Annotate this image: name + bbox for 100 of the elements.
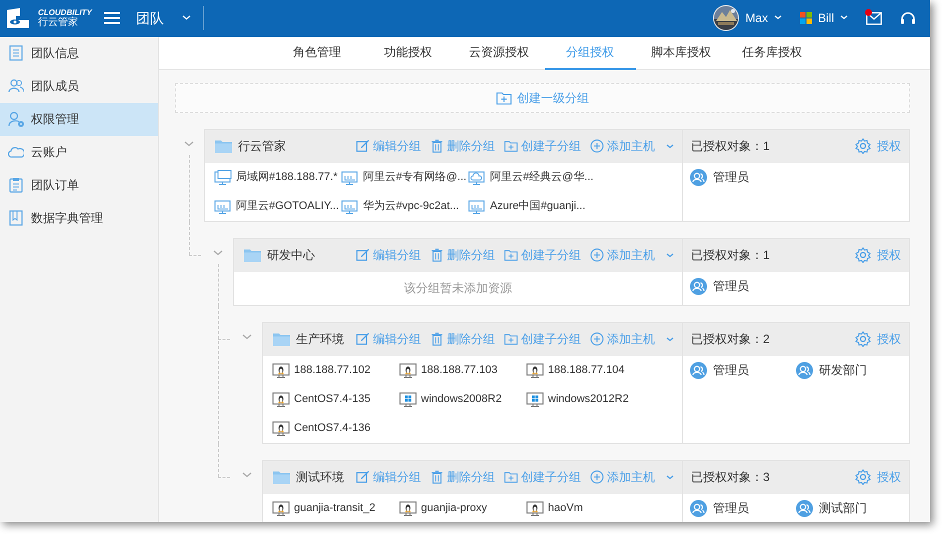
logo-icon [6, 8, 30, 28]
role-name: 测试部门 [819, 500, 867, 518]
folder-icon [244, 248, 261, 262]
host-name[interactable]: 阿里云#经典云@华... [490, 169, 594, 186]
host-name[interactable]: 阿里云#GOTOALIY... [236, 198, 339, 215]
settings-icon [855, 138, 871, 154]
caret-icon [840, 15, 848, 22]
folder-plus-icon [504, 139, 518, 154]
sidebar-item[interactable]: 团队信息 [0, 36, 158, 70]
edit-icon [356, 470, 370, 484]
users-icon [8, 78, 24, 94]
network-monitor-icon [214, 198, 232, 214]
account-menu[interactable]: Bill [800, 9, 848, 28]
settings-icon [855, 331, 871, 348]
mail-button[interactable] [866, 12, 882, 25]
role-name: 研发部门 [819, 362, 867, 380]
folder-icon [215, 139, 232, 154]
penguin-monitor-icon [272, 420, 290, 436]
user-group-icon [796, 500, 813, 517]
collapse-caret-icon[interactable] [242, 472, 252, 479]
empty-message: 该分组暂未添加资源 [404, 280, 512, 298]
network-monitor-icon [468, 198, 486, 214]
tab[interactable]: 任务库授权 [726, 36, 818, 70]
tab[interactable]: 功能授权 [362, 36, 454, 70]
penguin-monitor-icon [272, 500, 290, 516]
caret-icon [774, 15, 782, 22]
plus-circle-icon [590, 248, 604, 262]
sidebar-item[interactable]: 权限管理 [0, 102, 158, 136]
host-name[interactable]: 188.188.77.103 [421, 362, 498, 379]
collapse-caret-icon[interactable] [242, 334, 252, 341]
sidebar-item[interactable]: 团队订单 [0, 168, 158, 202]
user-group-icon [690, 500, 707, 517]
host-name[interactable]: windows2012R2 [548, 391, 629, 408]
user-group-icon [690, 362, 707, 379]
penguin-monitor-icon [399, 500, 417, 516]
caret-icon [182, 15, 191, 22]
settings-icon [855, 469, 871, 486]
edit-icon [356, 332, 370, 346]
clipboard-icon [8, 177, 24, 194]
support-button[interactable] [900, 11, 916, 26]
authorized-count: 已授权对象：1 [691, 138, 770, 156]
menu-icon [104, 11, 120, 26]
group-name: 行云管家 [238, 138, 286, 156]
folder-plus-icon [504, 470, 518, 484]
network-monitor-icon [341, 170, 359, 185]
host-name[interactable]: Azure中国#guanji... [490, 198, 586, 215]
user-menu[interactable]: Max [713, 5, 782, 32]
host-name[interactable]: 阿里云#专有网络@... [363, 169, 466, 186]
penguin-monitor-icon [399, 362, 417, 378]
authorized-count: 已授权对象：1 [691, 247, 770, 264]
folder-plus-icon [504, 332, 518, 346]
trash-icon [430, 139, 444, 154]
role-name: 管理员 [713, 500, 749, 518]
authorized-count: 已授权对象：3 [691, 469, 770, 486]
cloud-icon [8, 144, 24, 160]
settings-icon [855, 247, 871, 264]
penguin-monitor-icon [526, 500, 544, 516]
collapse-caret-icon[interactable] [184, 140, 194, 148]
sidebar-item[interactable]: 团队成员 [0, 70, 158, 103]
four-squares-icon [800, 12, 812, 24]
tab[interactable]: 脚本库授权 [636, 36, 726, 70]
headset-icon [900, 11, 916, 26]
trash-icon [430, 248, 444, 262]
folder-icon [273, 470, 290, 484]
penguin-monitor-icon [526, 362, 544, 378]
mail-icon [866, 12, 882, 25]
host-name[interactable]: 188.188.77.102 [294, 362, 370, 379]
edit-icon [356, 139, 370, 154]
plus-circle-icon [590, 470, 604, 484]
user-group-icon [690, 168, 707, 186]
host-name[interactable]: guanjia-proxy [421, 500, 488, 517]
windows-monitor-icon [399, 392, 417, 407]
sidebar-item[interactable]: 云账户 [0, 136, 158, 169]
cloud-monitor-icon [468, 170, 486, 185]
role-name: 管理员 [713, 169, 749, 186]
host-name[interactable]: CentOS7.4-136 [294, 420, 370, 437]
logo-text: CLOUDBILITY [38, 8, 92, 17]
host-name[interactable]: 华为云#vpc-9c2at... [363, 198, 459, 215]
user-gear-icon [8, 111, 24, 128]
trash-icon [430, 470, 444, 484]
sidebar-item[interactable]: 数据字典管理 [0, 202, 158, 235]
team-dropdown[interactable]: 团队 [136, 8, 191, 29]
host-name[interactable]: 局域网#188.188.77.* [236, 169, 338, 186]
host-name[interactable]: CentOS7.4-135 [294, 391, 370, 408]
plus-circle-icon [590, 139, 604, 154]
group-name: 测试环境 [296, 469, 344, 486]
tab[interactable]: 云资源授权 [454, 36, 544, 70]
computers-icon [214, 170, 232, 185]
host-name[interactable]: guanjia-transit_2 [294, 500, 376, 517]
edit-icon [356, 248, 370, 262]
host-name[interactable]: 188.188.77.104 [548, 362, 624, 379]
tab[interactable]: 角色管理 [272, 36, 362, 70]
windows-monitor-icon [526, 392, 544, 407]
group-name: 生产环境 [296, 331, 344, 348]
authorized-count: 已授权对象：2 [691, 331, 770, 348]
host-name[interactable]: haoVm [548, 500, 583, 517]
role-name: 管理员 [713, 278, 749, 296]
host-name[interactable]: windows2008R2 [421, 391, 502, 408]
book-icon [8, 210, 24, 226]
collapse-caret-icon[interactable] [213, 250, 223, 257]
